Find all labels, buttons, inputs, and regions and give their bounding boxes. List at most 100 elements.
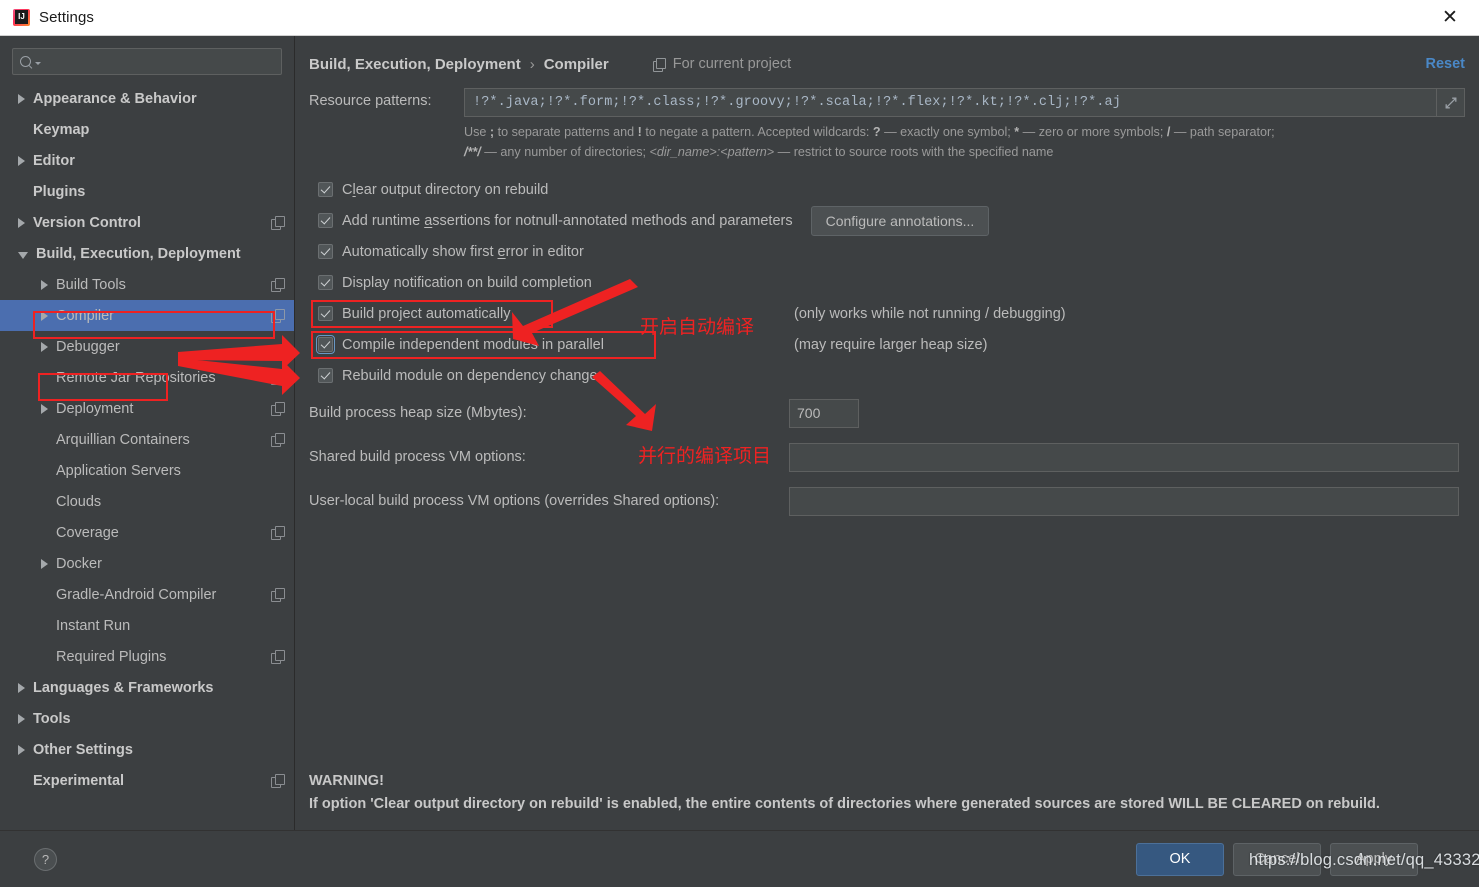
checkbox-row-rebuild-module-on-dependency-change: Rebuild module on dependency change (309, 360, 1465, 391)
settings-sidebar: Appearance & Behavior Keymap Editor Plugins… (0, 36, 295, 830)
checkbox-rebuild-module-on-dependency-change[interactable] (318, 368, 333, 384)
field-row-user-local-build-process-vm-options-over: User-local build process VM options (ove… (309, 479, 1465, 523)
project-scope-icon (652, 57, 667, 72)
checkbox-label[interactable]: Compile independent modules in parallel (342, 337, 604, 353)
breadcrumb-parent[interactable]: Build, Execution, Deployment (309, 56, 521, 73)
checkbox-label[interactable]: Rebuild module on dependency change (342, 368, 598, 384)
sidebar-item-compiler[interactable]: Compiler (0, 300, 294, 331)
checkbox-label[interactable]: Automatically show first error in editor (342, 244, 584, 260)
chevron-right-icon[interactable] (18, 155, 25, 166)
search-icon (20, 55, 33, 68)
search-input[interactable] (41, 54, 274, 69)
expand-icon[interactable] (1436, 88, 1465, 117)
chevron-right-icon[interactable] (18, 744, 25, 755)
sidebar-item-clouds[interactable]: Clouds (0, 486, 294, 517)
sidebar-item-experimental[interactable]: Experimental (0, 765, 294, 796)
chevron-right-icon[interactable] (18, 93, 25, 104)
sidebar-item-debugger[interactable]: Debugger (0, 331, 294, 362)
checkbox-label-text: Rebuild module on dependency change (342, 367, 598, 384)
checkbox-row-build-project-automatically: Build project automatically (only works w… (309, 298, 1465, 329)
sidebar-item-label: Gradle-Android Compiler (56, 586, 217, 603)
sidebar-item-arquillian-containers[interactable]: Arquillian Containers (0, 424, 294, 455)
checkbox-label[interactable]: Clear output directory on rebuild (342, 182, 548, 198)
checkbox-row-clear-output-directory-on-rebuild: Clear output directory on rebuild (309, 174, 1465, 205)
sidebar-item-label: Editor (33, 152, 75, 169)
chevron-right-icon[interactable] (18, 217, 25, 228)
question-mark-icon[interactable]: ? (34, 847, 57, 871)
sidebar-item-build-execution-deployment[interactable]: Build, Execution, Deployment (0, 238, 294, 269)
sidebar-item-build-tools[interactable]: Build Tools (0, 269, 294, 300)
search-container (0, 36, 294, 81)
help-text: to negate a pattern. Accepted wildcards: (641, 125, 873, 139)
chevron-right-icon[interactable] (41, 310, 48, 321)
settings-tree: Appearance & Behavior Keymap Editor Plugins… (0, 81, 294, 830)
sidebar-item-gradle-android-compiler[interactable]: Gradle-Android Compiler (0, 579, 294, 610)
sidebar-item-label: Plugins (33, 183, 86, 200)
sidebar-item-label: Compiler (56, 307, 115, 324)
checkbox-label[interactable]: Build project automatically (342, 306, 510, 322)
help-text: — restrict to source roots with the spec… (774, 144, 1054, 159)
field-input-build-process-heap-size-mbytes[interactable] (789, 398, 859, 428)
checkbox-side-note: (only works while not running / debuggin… (794, 305, 1066, 322)
sidebar-item-editor[interactable]: Editor (0, 145, 294, 176)
checkbox-label-text: Compile independent modules in parallel (342, 336, 604, 353)
chevron-right-icon[interactable] (18, 713, 25, 724)
sidebar-item-label: Application Servers (56, 462, 181, 479)
checkbox-label[interactable]: Add runtime assertions for notnull-annot… (342, 213, 793, 229)
help-text: — path separator; (1170, 125, 1275, 139)
sidebar-item-docker[interactable]: Docker (0, 548, 294, 579)
ok-button[interactable]: OK (1136, 842, 1224, 876)
help-text: — zero or more symbols; (1019, 125, 1167, 139)
chevron-right-icon[interactable] (41, 341, 48, 352)
sidebar-item-label: Remote Jar Repositories (56, 369, 216, 386)
project-scope-icon (271, 402, 285, 416)
sidebar-item-coverage[interactable]: Coverage (0, 517, 294, 548)
resource-patterns-help-line1: Use ; to separate patterns and ! to nega… (464, 123, 1444, 143)
search-box[interactable] (12, 48, 282, 75)
sidebar-item-tools[interactable]: Tools (0, 703, 294, 734)
checkbox-add-runtime-assertions-for-notnull-annot[interactable] (318, 213, 333, 229)
apply-button[interactable]: Apply (1330, 842, 1418, 876)
checkbox-display-notification-on-build-completion[interactable] (318, 275, 333, 291)
sidebar-item-required-plugins[interactable]: Required Plugins (0, 641, 294, 672)
project-scope-icon (271, 278, 285, 292)
compiler-options-list: Clear output directory on rebuild Add run… (309, 174, 1465, 391)
project-scope-icon (271, 433, 285, 447)
sidebar-item-keymap[interactable]: Keymap (0, 114, 294, 145)
sidebar-item-remote-jar-repositories[interactable]: Remote Jar Repositories (0, 362, 294, 393)
sidebar-item-appearance-behavior[interactable]: Appearance & Behavior (0, 83, 294, 114)
cancel-button[interactable]: Cancel (1233, 842, 1321, 876)
chevron-right-icon[interactable] (18, 682, 25, 693)
sidebar-item-plugins[interactable]: Plugins (0, 176, 294, 207)
checkbox-label[interactable]: Display notification on build completion (342, 275, 592, 291)
sidebar-item-languages-frameworks[interactable]: Languages & Frameworks (0, 672, 294, 703)
field-input-shared-build-process-vm-options[interactable] (789, 442, 1459, 472)
chevron-down-icon[interactable] (18, 251, 28, 259)
help-text: — exactly one symbol; (880, 125, 1015, 139)
checkbox-compile-independent-modules-in-parallel[interactable] (315, 334, 336, 355)
checkbox-label-text: ear output directory on rebuild (355, 181, 549, 198)
checkbox-clear-output-directory-on-rebuild[interactable] (318, 182, 333, 198)
checkbox-build-project-automatically[interactable] (318, 306, 333, 322)
configure-annotations-button[interactable]: Configure annotations... (810, 205, 990, 236)
sidebar-item-deployment[interactable]: Deployment (0, 393, 294, 424)
project-scope-icon (271, 650, 285, 664)
help-token-question: ? (872, 125, 881, 139)
chevron-right-icon[interactable] (41, 558, 48, 569)
sidebar-item-instant-run[interactable]: Instant Run (0, 610, 294, 641)
close-icon[interactable]: ✕ (1437, 5, 1463, 31)
checkbox-row-compile-independent-modules-in-parallel: Compile independent modules in parallel (… (309, 329, 1465, 360)
sidebar-item-application-servers[interactable]: Application Servers (0, 455, 294, 486)
project-scope-icon (271, 774, 285, 788)
reset-link[interactable]: Reset (1426, 56, 1466, 72)
chevron-right-icon[interactable] (41, 279, 48, 290)
chevron-right-icon[interactable] (41, 403, 48, 414)
checkbox-automatically-show-first-error-in-editor[interactable] (318, 244, 333, 260)
sidebar-item-version-control[interactable]: Version Control (0, 207, 294, 238)
sidebar-item-other-settings[interactable]: Other Settings (0, 734, 294, 765)
field-input-user-local-build-process-vm-options-over[interactable] (789, 486, 1459, 516)
resource-patterns-input[interactable] (464, 88, 1436, 117)
